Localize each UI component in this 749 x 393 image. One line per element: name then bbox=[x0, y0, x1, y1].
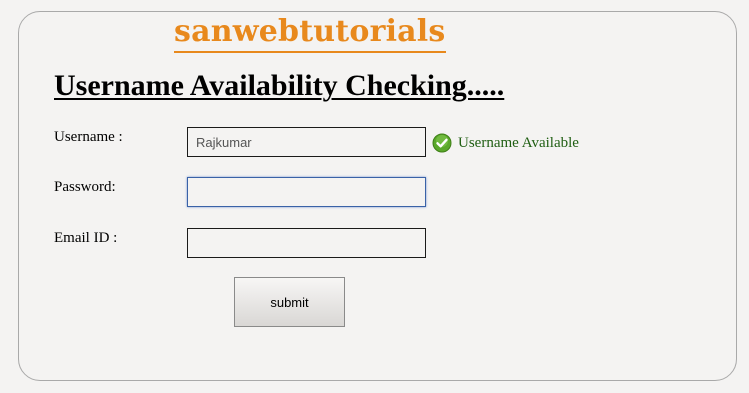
password-input[interactable] bbox=[187, 177, 426, 207]
username-input[interactable] bbox=[187, 127, 426, 157]
availability-status: Username Available bbox=[432, 133, 579, 153]
email-label: Email ID : bbox=[54, 230, 118, 246]
email-input[interactable] bbox=[187, 228, 426, 258]
site-logo: sanwebtutorials bbox=[174, 14, 446, 53]
page-title: Username Availability Checking..... bbox=[54, 69, 505, 102]
submit-button[interactable]: submit bbox=[234, 277, 345, 327]
availability-text: Username Available bbox=[458, 134, 579, 151]
username-label: Username : bbox=[54, 129, 123, 145]
check-circle-icon bbox=[432, 133, 452, 153]
password-label: Password: bbox=[54, 179, 116, 195]
